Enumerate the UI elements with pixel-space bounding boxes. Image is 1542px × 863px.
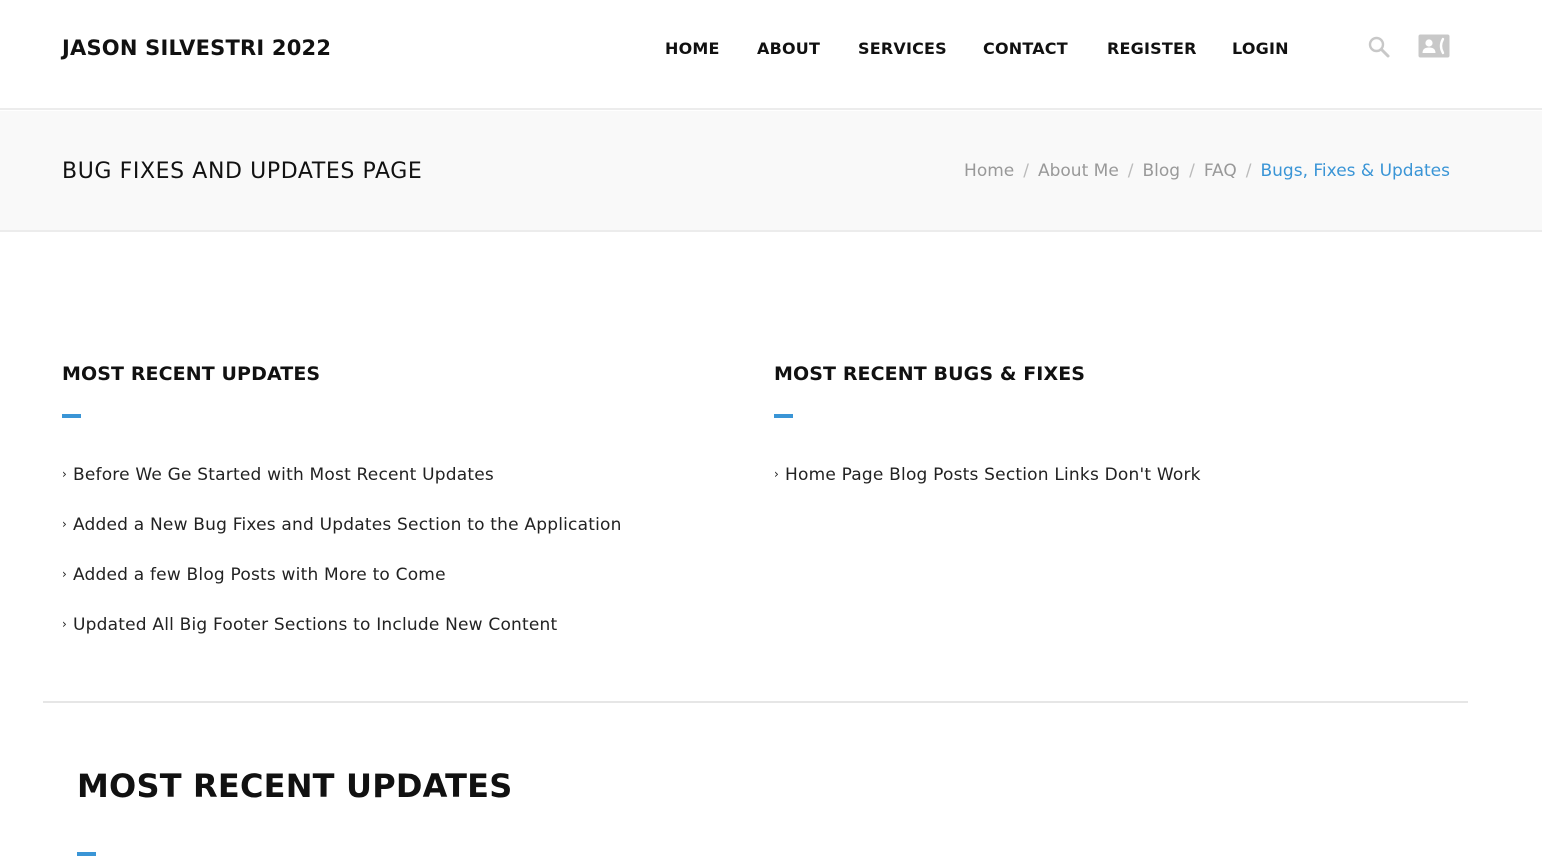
section-heading: MOST RECENT UPDATES: [77, 767, 513, 805]
breadcrumb-home[interactable]: Home: [964, 161, 1014, 181]
breadcrumb: Home / About Me / Blog / FAQ / Bugs, Fixes & Upd…: [964, 161, 1450, 181]
update-link[interactable]: Before We Ge Started with Most Recent Up…: [73, 465, 494, 485]
section-divider: [43, 701, 1468, 703]
page-title-bar: BUG FIXES AND UPDATES PAGE Home / About Me…: [0, 111, 1542, 232]
nav-register[interactable]: REGISTER: [1107, 39, 1197, 58]
bugs-list: › Home Page Blog Posts Section Links Don'…: [774, 464, 1201, 514]
nav-home[interactable]: HOME: [665, 39, 720, 58]
updates-list: › Before We Ge Started with Most Recent U…: [62, 464, 622, 664]
chevron-right-icon: ›: [62, 617, 67, 631]
update-link[interactable]: Added a few Blog Posts with More to Come: [73, 565, 446, 585]
chevron-right-icon: ›: [774, 467, 779, 481]
chevron-right-icon: ›: [62, 567, 67, 581]
heading-accent-bar: [774, 414, 793, 418]
nav-about[interactable]: ABOUT: [757, 39, 820, 58]
bug-link[interactable]: Home Page Blog Posts Section Links Don't…: [785, 465, 1201, 485]
list-item: › Added a few Blog Posts with More to Com…: [62, 564, 622, 614]
site-header: JASON SILVESTRI 2022 HOME ABOUT SERVICES…: [0, 0, 1542, 110]
breadcrumb-faq[interactable]: FAQ: [1204, 161, 1237, 181]
breadcrumb-about-me[interactable]: About Me: [1038, 161, 1119, 181]
list-item: › Added a New Bug Fixes and Updates Secti…: [62, 514, 622, 564]
bugs-column: MOST RECENT BUGS & FIXES › Home Page Blog…: [774, 363, 1201, 514]
heading-accent-bar: [62, 414, 81, 418]
breadcrumb-separator: /: [1245, 161, 1252, 181]
heading-accent-bar: [77, 852, 96, 856]
chevron-right-icon: ›: [62, 517, 67, 531]
updates-heading: MOST RECENT UPDATES: [62, 363, 321, 385]
update-link[interactable]: Added a New Bug Fixes and Updates Sectio…: [73, 515, 622, 535]
breadcrumb-separator: /: [1023, 161, 1029, 181]
breadcrumb-current: Bugs, Fixes & Updates: [1260, 161, 1451, 181]
bugs-heading: MOST RECENT BUGS & FIXES: [774, 363, 1086, 385]
list-item: › Before We Ge Started with Most Recent U…: [62, 464, 622, 514]
site-logo[interactable]: JASON SILVESTRI 2022: [62, 36, 331, 60]
update-link[interactable]: Updated All Big Footer Sections to Inclu…: [73, 615, 557, 635]
list-item: › Updated All Big Footer Sections to Incl…: [62, 614, 622, 664]
nav-contact[interactable]: CONTACT: [983, 39, 1068, 58]
chevron-right-icon: ›: [62, 467, 67, 481]
search-icon[interactable]: [1367, 35, 1391, 63]
page-title: BUG FIXES AND UPDATES PAGE: [62, 159, 423, 184]
updates-column: MOST RECENT UPDATES › Before We Ge Starte…: [62, 363, 622, 664]
nav-login[interactable]: LOGIN: [1232, 39, 1289, 58]
nav-services[interactable]: SERVICES: [858, 39, 947, 58]
contact-card-icon[interactable]: [1418, 34, 1450, 62]
breadcrumb-separator: /: [1127, 161, 1134, 181]
breadcrumb-blog[interactable]: Blog: [1143, 161, 1181, 181]
list-item: › Home Page Blog Posts Section Links Don'…: [774, 464, 1201, 514]
breadcrumb-separator: /: [1189, 161, 1195, 181]
